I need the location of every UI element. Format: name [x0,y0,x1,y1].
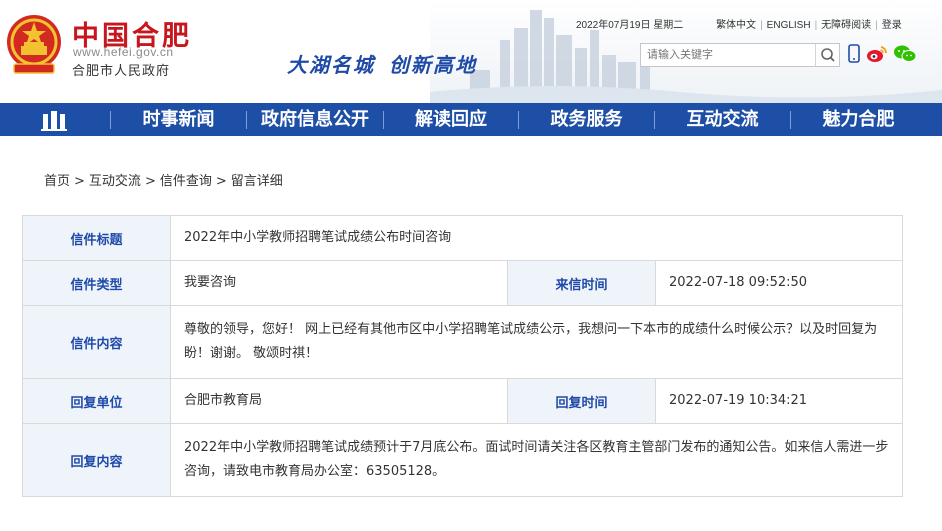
top-utility-bar: 2022年07月19日 星期二 繁体中文 | ENGLISH | 无障碍阅读 | 登录 [576,20,902,31]
weibo-icon[interactable] [866,44,888,64]
site-header: 中国合肥 www.hefei.gov.cn 合肥市人民政府 大湖名城 创新高地 2… [0,0,942,103]
login-link[interactable]: 登录 [882,20,902,31]
english-link[interactable]: ENGLISH [767,20,811,31]
site-slogan: 大湖名城 创新高地 [287,49,491,78]
current-date: 2022年07月19日 星期二 [576,20,684,31]
reply-unit-value: 合肥市教育局 [170,378,508,424]
breadcrumb-letter-query[interactable]: 信件查询 [160,174,212,189]
letter-content-value: 尊敬的领导，您好！ 网上已经有其他市区中小学招聘笔试成绩公示，我想问一下本市的成… [170,305,903,379]
reply-time-value: 2022-07-19 10:34:21 [655,378,903,424]
home-building-icon[interactable] [40,109,68,131]
letter-content-label: 信件内容 [22,305,171,379]
main-navigation: 时事新闻 政府信息公开 解读回应 政务服务 互动交流 魅力合肥 [0,103,942,136]
table-row: 回复单位 合肥市教育局 回复时间 2022-07-19 10:34:21 [22,378,903,424]
search-box [640,43,840,67]
breadcrumb: 首页 > 互动交流 > 信件查询 > 留言详细 [44,174,283,189]
breadcrumb-interaction[interactable]: 互动交流 [89,174,141,189]
accessibility-link[interactable]: 无障碍阅读 [821,20,871,31]
wechat-icon[interactable] [893,44,917,64]
site-logo-subtitle: 合肥市人民政府 [72,64,171,79]
nav-item-interaction[interactable]: 互动交流 [655,103,790,136]
letter-title-label: 信件标题 [22,215,171,261]
search-icon [821,48,835,62]
letter-title-value: 2022年中小学教师招聘笔试成绩公布时间咨询 [170,215,903,261]
letter-type-value: 我要咨询 [170,260,508,306]
slogan-part-1: 大湖名城 [287,53,375,77]
letter-type-label: 信件类型 [22,260,171,306]
reply-content-value: 2022年中小学教师招聘笔试成绩预计于7月底公布。面试时间请关注各区教育主管部门… [170,423,903,497]
letter-time-value: 2022-07-18 09:52:50 [655,260,903,306]
reply-content-label: 回复内容 [22,423,171,497]
nav-item-services[interactable]: 政务服务 [519,103,654,136]
breadcrumb-home[interactable]: 首页 [44,174,70,189]
table-row: 信件标题 2022年中小学教师招聘笔试成绩公布时间咨询 [22,215,903,261]
slogan-part-2: 创新高地 [389,53,477,77]
nav-item-news[interactable]: 时事新闻 [111,103,246,136]
national-emblem-logo [7,15,61,74]
search-input[interactable] [641,44,815,66]
nav-item-interpretation[interactable]: 解读回应 [384,103,518,136]
reply-unit-label: 回复单位 [22,378,171,424]
letter-time-label: 来信时间 [507,260,656,306]
mobile-icon[interactable] [848,44,860,64]
table-row: 信件类型 我要咨询 来信时间 2022-07-18 09:52:50 [22,260,903,306]
search-button[interactable] [815,44,839,66]
breadcrumb-current: 留言详细 [230,174,283,189]
nav-item-charm-hefei[interactable]: 魅力合肥 [791,103,926,136]
reply-time-label: 回复时间 [507,378,656,424]
table-row: 回复内容 2022年中小学教师招聘笔试成绩预计于7月底公布。面试时间请关注各区教… [22,423,903,497]
table-row: 信件内容 尊敬的领导，您好！ 网上已经有其他市区中小学招聘笔试成绩公示，我想问一… [22,305,903,379]
nav-item-gov-info[interactable]: 政府信息公开 [247,103,383,136]
traditional-chinese-link[interactable]: 繁体中文 [716,20,756,31]
site-url: www.hefei.gov.cn [73,45,174,59]
letter-detail-table: 信件标题 2022年中小学教师招聘笔试成绩公布时间咨询 信件类型 我要咨询 来信… [22,215,903,497]
